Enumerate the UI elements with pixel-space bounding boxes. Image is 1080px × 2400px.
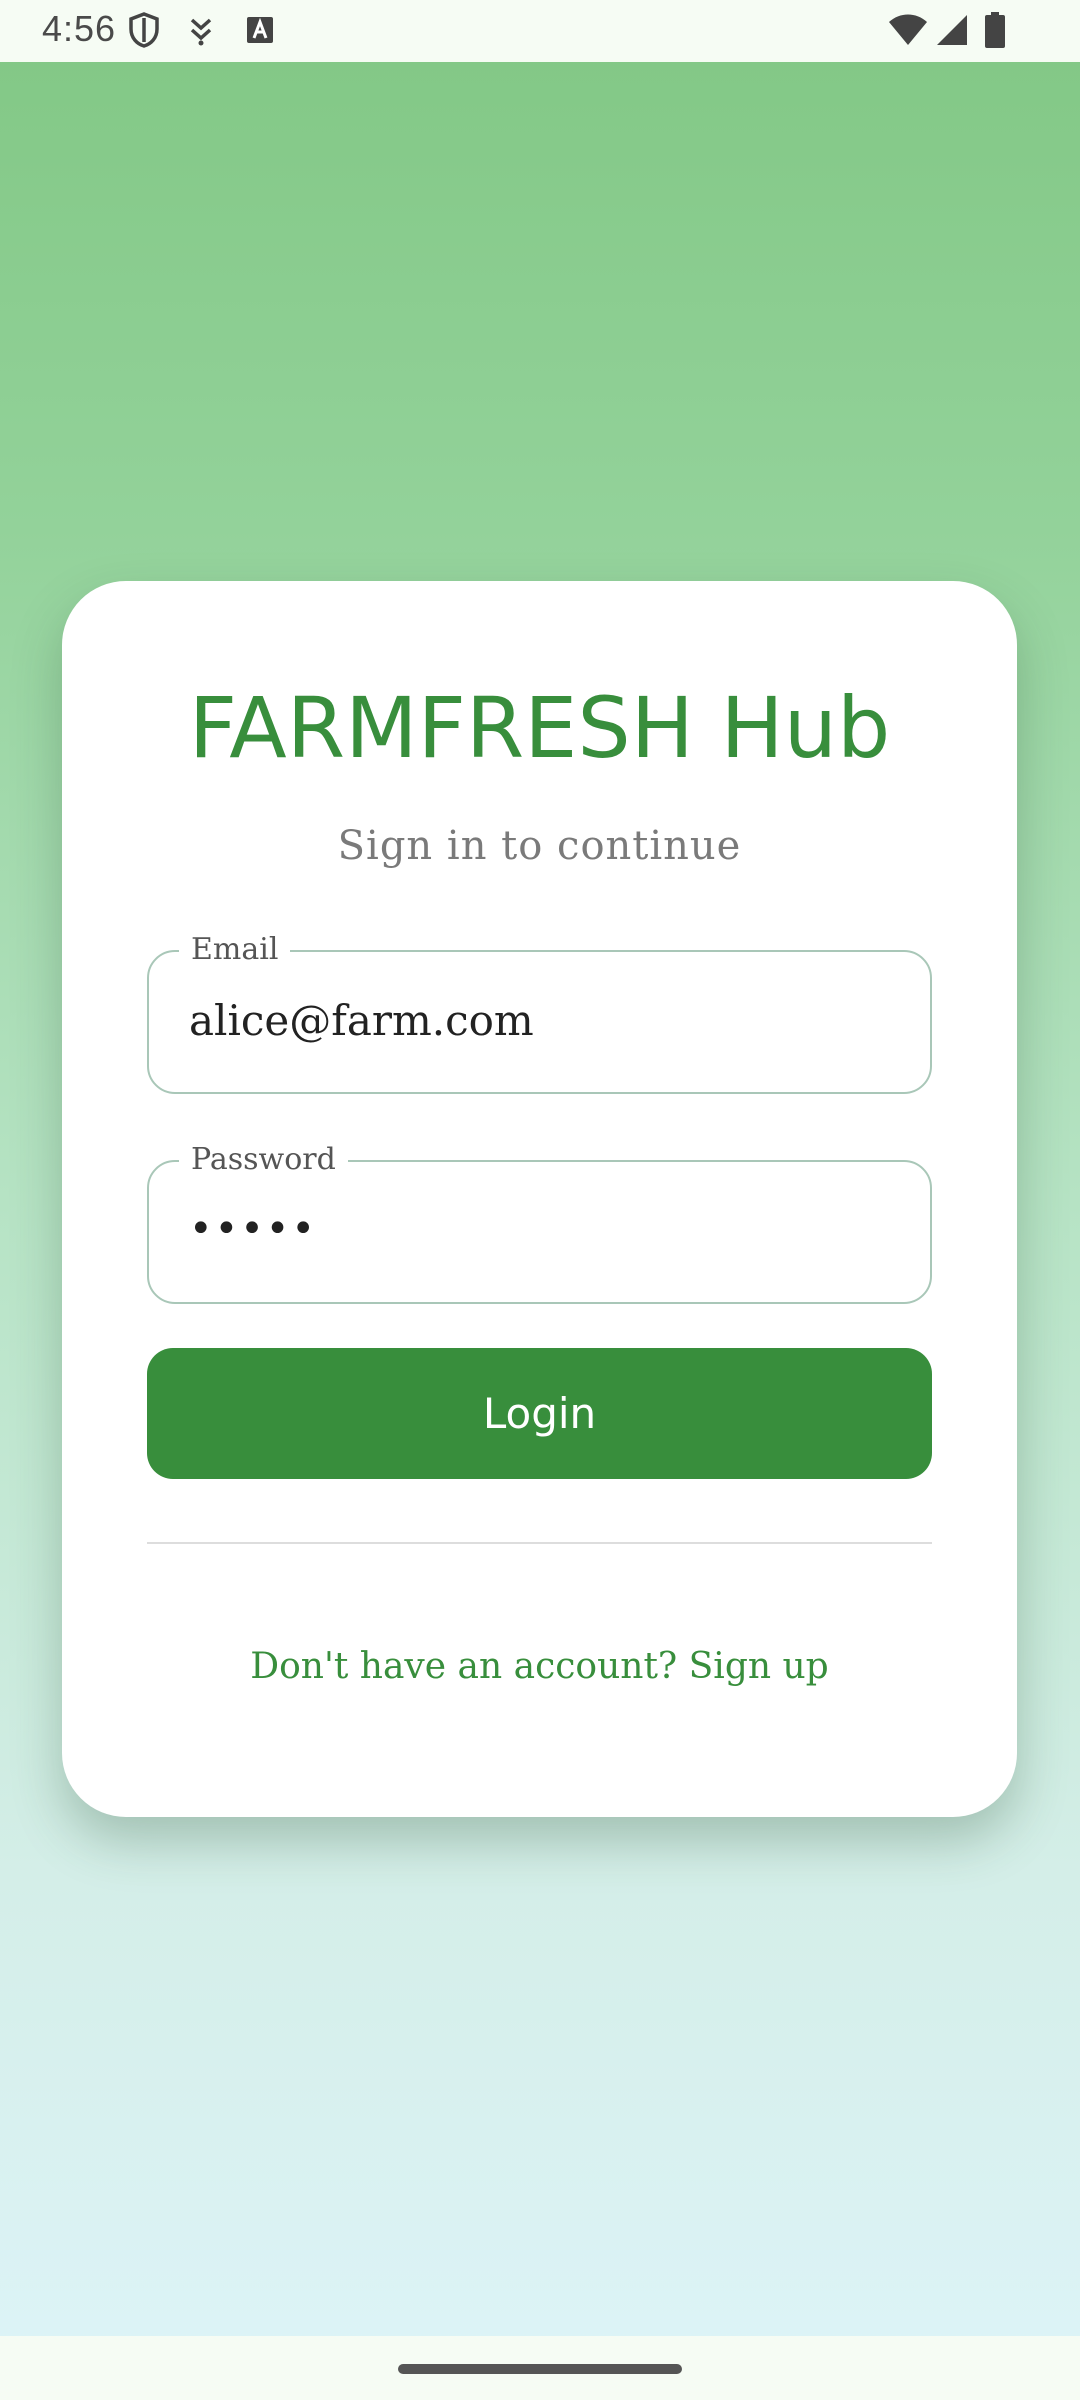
login-button[interactable]: Login bbox=[147, 1348, 932, 1479]
shield-icon bbox=[128, 12, 160, 53]
divider bbox=[147, 1542, 932, 1544]
app-title: FARMFRESH Hub bbox=[188, 679, 891, 777]
email-field[interactable]: Email alice@farm.com bbox=[147, 926, 932, 1094]
status-bar: 4:56 bbox=[0, 0, 1080, 62]
password-input[interactable]: ••••• bbox=[189, 1206, 317, 1252]
battery-icon bbox=[984, 12, 1006, 53]
home-indicator[interactable] bbox=[398, 2364, 682, 2374]
email-input[interactable]: alice@farm.com bbox=[189, 996, 889, 1045]
text-a-icon bbox=[246, 16, 274, 49]
email-label: Email bbox=[179, 926, 291, 974]
signup-link[interactable]: Don't have an account? Sign up bbox=[62, 1646, 1017, 1687]
wifi-icon bbox=[888, 14, 928, 51]
download-icon bbox=[188, 16, 214, 51]
status-time: 4:56 bbox=[42, 8, 117, 49]
password-label: Password bbox=[179, 1136, 348, 1184]
password-field[interactable]: Password ••••• bbox=[147, 1136, 932, 1304]
signal-icon bbox=[936, 14, 968, 51]
subtitle: Sign in to continue bbox=[337, 823, 742, 869]
login-card: FARMFRESH Hub Sign in to continue Email … bbox=[62, 581, 1017, 1817]
